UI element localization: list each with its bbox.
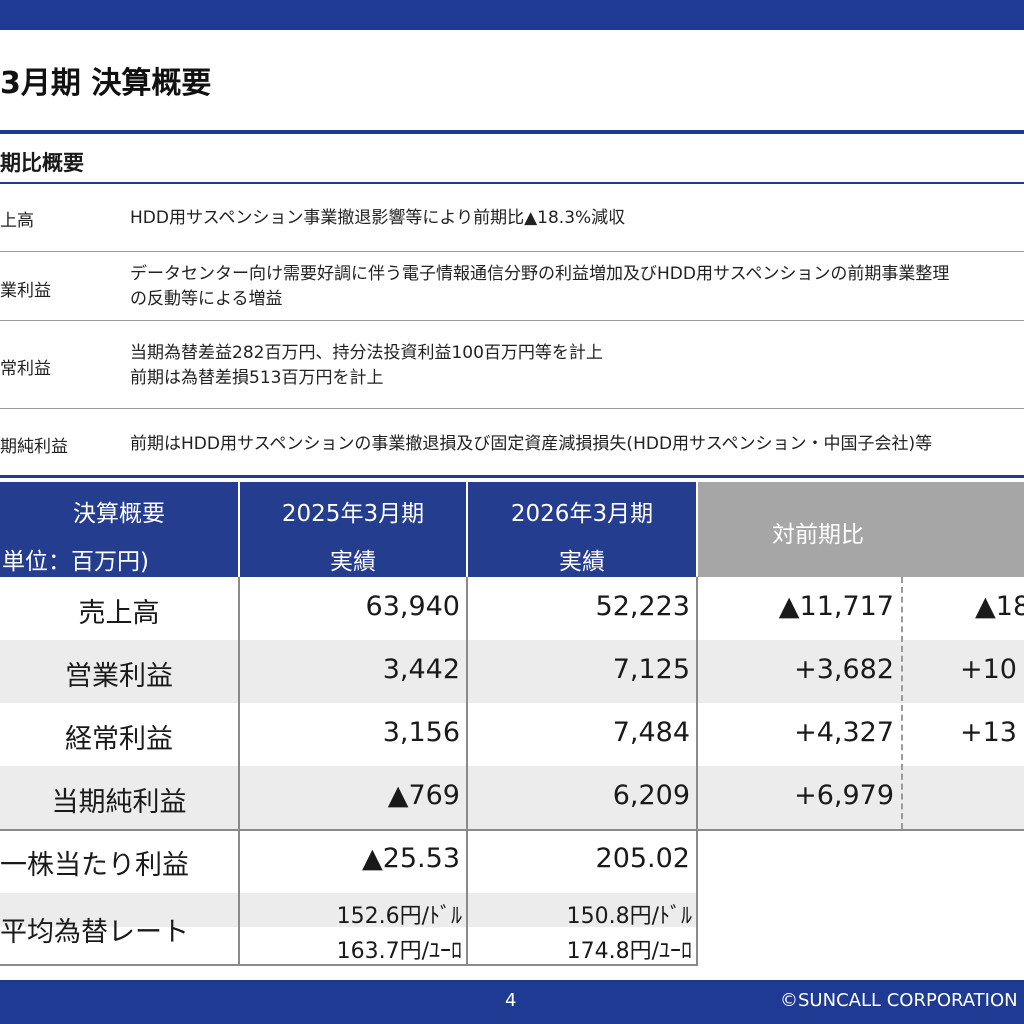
value-fy2026: 52,223 — [595, 591, 690, 622]
value-fy2025: ▲769 — [387, 780, 460, 811]
note-row-ordinary-profit: 常利益 当期為替差益282百万円、持分法投資利益100百万円等を計上 前期は為替… — [0, 321, 1024, 409]
value-diff: +3,682 — [794, 654, 894, 685]
value-fy2026: 7,484 — [612, 717, 690, 748]
value-pct: +10 — [960, 654, 1017, 685]
value-pct: +13 — [960, 717, 1017, 748]
note-row-net-income: 期純利益 前期はHDD用サスペンションの事業撤退損及び固定資産減損損失(HDD用… — [0, 409, 1024, 475]
fx-eur-fy2025: 163.7円/ﾕｰﾛ — [336, 939, 462, 964]
title-divider — [0, 130, 1024, 134]
table-header-fy2025: 2025年3月期 実績 — [240, 482, 466, 577]
header-text: 2026年3月期 — [510, 501, 654, 527]
table-header-summary: 決算概要 単位：百万円) — [0, 482, 238, 577]
row-label: 経常利益 — [65, 724, 173, 755]
value-diff: ▲11,717 — [778, 591, 894, 622]
grid-line — [696, 577, 698, 965]
value-fy2025: 3,156 — [382, 717, 460, 748]
note-text-line2: 前期は為替差損513百万円を計上 — [130, 368, 384, 388]
header-text: 対前期比 — [772, 522, 864, 548]
value-fy2025: 63,940 — [365, 591, 460, 622]
row-label: 当期純利益 — [51, 787, 187, 818]
value-pct: ▲18 — [975, 591, 1024, 622]
value-fy2025: 3,442 — [382, 654, 460, 685]
note-label: 期純利益 — [0, 437, 68, 457]
row-label: 平均為替レート — [0, 917, 189, 948]
row-label: 一株当たり利益 — [0, 850, 189, 881]
section-heading: 期比概要 — [0, 151, 84, 175]
note-label: 上高 — [0, 211, 34, 231]
value-diff: +4,327 — [794, 717, 894, 748]
fx-usd-fy2025: 152.6円/ﾄﾞﾙ — [336, 904, 462, 929]
header-text: 決算概要 — [73, 501, 165, 527]
page-title: 3月期 決算概要 — [0, 66, 212, 101]
note-label: 業利益 — [0, 281, 51, 301]
note-text: HDD用サスペンション事業撤退影響等により前期比▲18.3%減収 — [130, 208, 626, 228]
footer-bar: 4 ©SUNCALL CORPORATION — [0, 980, 1024, 1024]
note-text-line1: 当期為替差益282百万円、持分法投資利益100百万円等を計上 — [130, 343, 603, 363]
value-fy2025: ▲25.53 — [361, 843, 460, 874]
value-diff: +6,979 — [794, 780, 894, 811]
note-text-line2: の反動等による増益 — [130, 289, 283, 309]
note-row-operating-profit: 業利益 データセンター向け需要好調に伴う電子情報通信分野の利益増加及びHDD用サ… — [0, 252, 1024, 321]
fx-eur-fy2026: 174.8円/ﾕｰﾛ — [566, 939, 692, 964]
table-header-yoy: 対前期比 — [698, 482, 1024, 577]
note-row-sales: 上高 HDD用サスペンション事業撤退影響等により前期比▲18.3%減収 — [0, 184, 1024, 252]
note-text-line1: データセンター向け需要好調に伴う電子情報通信分野の利益増加及びHDD用サスペンシ… — [130, 264, 950, 284]
table-header-fy2026: 2026年3月期 実績 — [468, 482, 696, 577]
row-label: 売上高 — [78, 598, 160, 629]
header-subtext: 実績 — [559, 549, 605, 575]
copyright: ©SUNCALL CORPORATION — [780, 990, 1018, 1011]
row-label: 営業利益 — [65, 661, 173, 692]
note-label: 常利益 — [0, 359, 51, 379]
header-subtext: 実績 — [330, 549, 376, 575]
header-text: 2025年3月期 — [281, 501, 425, 527]
grid-dashed-line — [901, 577, 903, 829]
note-text: 前期はHDD用サスペンションの事業撤退損及び固定資産減損損失(HDD用サスペンシ… — [130, 434, 933, 454]
value-fy2026: 7,125 — [612, 654, 690, 685]
notes-divider — [0, 475, 1024, 478]
fx-usd-fy2026: 150.8円/ﾄﾞﾙ — [566, 904, 692, 929]
grid-line — [0, 829, 1024, 831]
value-fy2026: 205.02 — [595, 843, 690, 874]
top-banner — [0, 0, 1024, 30]
header-unit: 単位：百万円) — [2, 549, 149, 575]
value-fy2026: 6,209 — [612, 780, 690, 811]
page-number: 4 — [505, 990, 517, 1011]
